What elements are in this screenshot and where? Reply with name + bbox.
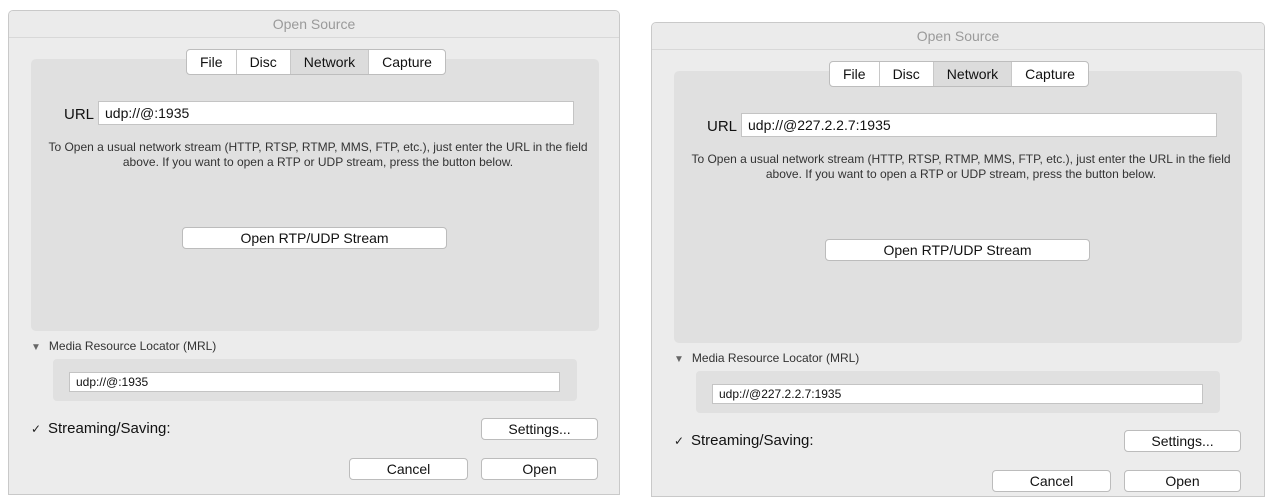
- tab-file[interactable]: File: [187, 50, 237, 74]
- streaming-label[interactable]: Streaming/Saving:: [48, 420, 171, 437]
- open-source-dialog-left: Open Source File Disc Network Capture UR…: [8, 10, 620, 495]
- url-label: URL: [707, 118, 738, 135]
- streaming-row: ✓ Streaming/Saving:: [31, 420, 171, 437]
- streaming-label[interactable]: Streaming/Saving:: [691, 432, 814, 449]
- url-label: URL: [64, 106, 95, 123]
- tab-capture[interactable]: Capture: [1012, 62, 1088, 86]
- settings-button[interactable]: Settings...: [481, 418, 598, 440]
- window-title: Open Source: [652, 23, 1264, 50]
- open-button[interactable]: Open: [481, 458, 598, 480]
- open-button[interactable]: Open: [1124, 470, 1241, 492]
- tab-network[interactable]: Network: [290, 50, 370, 74]
- open-rtp-udp-stream-button[interactable]: Open RTP/UDP Stream: [182, 227, 447, 249]
- network-help-text: To Open a usual network stream (HTTP, RT…: [691, 152, 1231, 181]
- disclosure-triangle-icon[interactable]: ▼: [674, 354, 684, 365]
- streaming-row: ✓ Streaming/Saving:: [674, 432, 814, 449]
- mrl-disclosure[interactable]: ▼ Media Resource Locator (MRL): [674, 351, 859, 365]
- url-input[interactable]: [98, 101, 574, 125]
- open-source-dialog-right: Open Source File Disc Network Capture UR…: [651, 22, 1265, 497]
- tab-network[interactable]: Network: [933, 62, 1013, 86]
- mrl-label: Media Resource Locator (MRL): [48, 339, 217, 353]
- mrl-disclosure[interactable]: ▼ Media Resource Locator (MRL): [31, 339, 216, 353]
- mrl-label: Media Resource Locator (MRL): [691, 351, 860, 365]
- network-panel: [31, 59, 599, 331]
- cancel-button[interactable]: Cancel: [349, 458, 468, 480]
- cancel-button[interactable]: Cancel: [992, 470, 1111, 492]
- tab-capture[interactable]: Capture: [369, 50, 445, 74]
- streaming-checkbox[interactable]: ✓: [31, 423, 43, 435]
- network-panel: [674, 71, 1242, 343]
- network-help-text: To Open a usual network stream (HTTP, RT…: [48, 140, 588, 169]
- disclosure-triangle-icon[interactable]: ▼: [31, 342, 41, 353]
- streaming-checkbox[interactable]: ✓: [674, 435, 686, 447]
- tab-disc[interactable]: Disc: [237, 50, 291, 74]
- url-input[interactable]: [741, 113, 1217, 137]
- mrl-input[interactable]: [69, 372, 560, 392]
- tab-file[interactable]: File: [830, 62, 880, 86]
- tab-disc[interactable]: Disc: [880, 62, 934, 86]
- settings-button[interactable]: Settings...: [1124, 430, 1241, 452]
- window-title: Open Source: [9, 11, 619, 38]
- mrl-input[interactable]: [712, 384, 1203, 404]
- source-tabs: File Disc Network Capture: [829, 61, 1089, 87]
- open-rtp-udp-stream-button[interactable]: Open RTP/UDP Stream: [825, 239, 1090, 261]
- source-tabs: File Disc Network Capture: [186, 49, 446, 75]
